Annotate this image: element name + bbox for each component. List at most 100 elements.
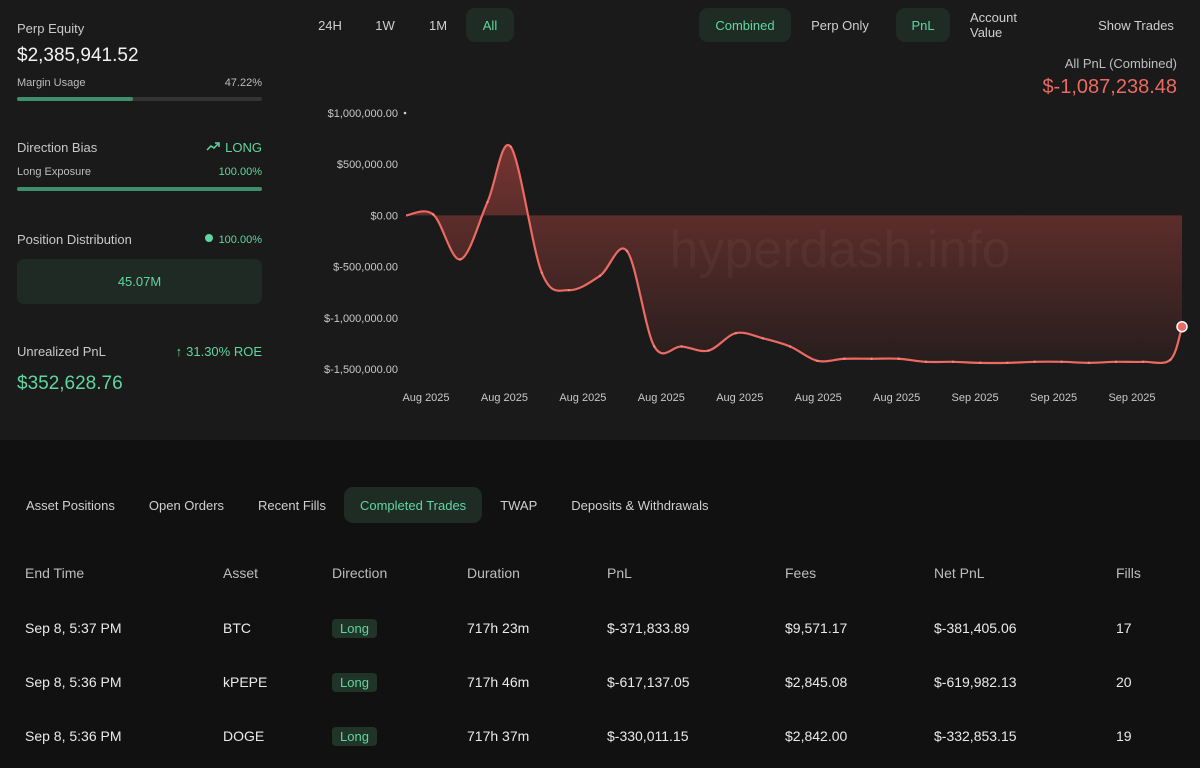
cell-end-time: Sep 8, 5:37 PM	[25, 620, 122, 636]
latest-point-marker	[1176, 320, 1188, 333]
data-point	[680, 345, 683, 348]
data-point	[951, 360, 955, 364]
column-header-asset[interactable]: Asset	[223, 565, 258, 581]
column-header-direction[interactable]: Direction	[332, 565, 387, 581]
direction-badge: Long	[332, 673, 377, 692]
cell-net-pnl: $-381,405.06	[934, 620, 1017, 636]
pnl-chart[interactable]: hyperdash.info$1,000,000.00$500,000.00$0…	[300, 95, 1195, 415]
y-tick-label: $-1,500,000.00	[324, 364, 398, 376]
cell-asset: BTC	[223, 620, 251, 636]
column-header-pnl[interactable]: PnL	[607, 565, 632, 581]
mode-perp-only-button[interactable]: Perp Only	[795, 8, 885, 42]
cell-end-time: Sep 8, 5:36 PM	[25, 728, 122, 744]
margin-usage-label: Margin Usage	[17, 77, 86, 89]
green-dot-icon	[204, 233, 213, 242]
tab-completed-trades[interactable]: Completed Trades	[343, 487, 483, 523]
long-exposure-bar	[17, 187, 262, 191]
direction-bias-label: Direction Bias	[17, 140, 98, 155]
long-exposure-value: 100.00%	[218, 166, 262, 178]
direction-badge: Long	[332, 727, 377, 746]
data-point	[843, 357, 846, 360]
x-tick-label: Aug 2025	[873, 392, 920, 404]
y-tick-label: $500,000.00	[337, 159, 398, 171]
y-axis-marker	[403, 111, 407, 115]
data-point	[567, 288, 571, 292]
mode-combined-button[interactable]: Combined	[699, 8, 791, 42]
data-point	[1033, 360, 1036, 364]
data-point	[653, 345, 656, 348]
cell-fees: $2,845.08	[785, 674, 848, 690]
data-point	[761, 337, 765, 340]
tab-twap[interactable]: TWAP	[484, 487, 553, 523]
perp-equity-label: Perp Equity	[17, 21, 85, 36]
cell-pnl: $-330,011.15	[607, 728, 689, 744]
y-tick-label: $-500,000.00	[333, 262, 398, 274]
data-point	[1006, 361, 1009, 365]
position-distribution-label: Position Distribution	[17, 232, 132, 247]
cell-fills: 17	[1116, 620, 1132, 636]
positions-tabs: Asset Positions Open Orders Recent Fills…	[10, 486, 745, 524]
position-distribution-amount: 45.07M	[117, 274, 162, 289]
x-tick-label: Sep 2025	[1030, 392, 1077, 404]
cell-asset: kPEPE	[223, 674, 268, 690]
tab-asset-positions[interactable]: Asset Positions	[10, 487, 131, 523]
arrow-up-icon: ↑	[175, 344, 183, 359]
direction-bias-row: Direction Bias LONG	[17, 140, 262, 155]
column-header-end-time[interactable]: End Time	[25, 565, 84, 581]
cell-net-pnl: $-619,982.13	[934, 674, 1017, 690]
data-point	[788, 345, 792, 348]
column-header-net-pnl[interactable]: Net PnL	[934, 565, 985, 581]
data-point	[870, 357, 873, 360]
data-point	[816, 359, 819, 363]
x-tick-label: Aug 2025	[559, 392, 606, 404]
position-distribution-row: Position Distribution 100.00%	[17, 232, 262, 247]
margin-usage-row: Margin Usage 47.22%	[17, 77, 262, 89]
show-trades-button[interactable]: Show Trades	[1081, 8, 1191, 42]
pnl-area-fill	[406, 144, 1182, 363]
x-tick-label: Aug 2025	[795, 392, 842, 404]
tab-recent-fills[interactable]: Recent Fills	[242, 487, 342, 523]
data-point	[924, 360, 928, 364]
range-all-button[interactable]: All	[466, 8, 514, 42]
unrealized-roe: ↑ 31.30% ROE	[176, 344, 262, 359]
cell-fees: $9,571.17	[785, 620, 848, 636]
cell-pnl: $-617,137.05	[607, 674, 690, 690]
column-header-fills[interactable]: Fills	[1116, 565, 1141, 581]
direction-badge: Long	[332, 619, 377, 638]
x-tick-label: Aug 2025	[481, 392, 528, 404]
metric-pnl-button[interactable]: PnL	[896, 8, 950, 42]
cell-duration: 717h 46m	[467, 674, 530, 690]
top-panel: Perp Equity $2,385,941.52 Margin Usage 4…	[0, 0, 1200, 440]
unrealized-pnl-value: $352,628.76	[17, 373, 123, 394]
cell-pnl: $-371,833.89	[607, 620, 690, 636]
data-point	[707, 349, 710, 352]
column-header-duration[interactable]: Duration	[467, 565, 520, 581]
x-tick-label: Aug 2025	[716, 392, 763, 404]
y-tick-label: $-1,000,000.00	[324, 313, 398, 325]
direction-bias-value: LONG	[206, 140, 262, 155]
data-point	[1142, 360, 1145, 364]
x-tick-label: Sep 2025	[952, 392, 999, 404]
metric-account-value-button[interactable]: Account Value	[954, 8, 1068, 42]
y-tick-label: $0.00	[370, 210, 398, 222]
direction-bias-text: LONG	[225, 140, 262, 155]
long-exposure-label: Long Exposure	[17, 166, 91, 178]
trending-up-icon	[206, 142, 220, 151]
y-tick-label: $1,000,000.00	[328, 108, 398, 120]
unrealized-pnl-row: Unrealized PnL ↑ 31.30% ROE	[17, 344, 262, 359]
tab-open-orders[interactable]: Open Orders	[133, 487, 240, 523]
position-distribution-percent: 100.00%	[218, 233, 262, 246]
data-point	[1114, 360, 1118, 364]
range-1w-button[interactable]: 1W	[359, 8, 411, 42]
position-distribution-bar[interactable]: 45.07M	[17, 259, 262, 304]
cell-duration: 717h 23m	[467, 620, 530, 636]
data-point	[897, 357, 900, 360]
long-exposure-row: Long Exposure 100.00%	[17, 166, 262, 178]
data-point	[486, 200, 489, 204]
perp-equity-value: $2,385,941.52	[17, 45, 139, 66]
range-1m-button[interactable]: 1M	[413, 8, 463, 42]
tab-deposits-withdrawals[interactable]: Deposits & Withdrawals	[555, 487, 724, 523]
range-24h-button[interactable]: 24H	[303, 8, 357, 42]
pnl-total-label: All PnL (Combined)	[1064, 56, 1177, 71]
column-header-fees[interactable]: Fees	[785, 565, 816, 581]
